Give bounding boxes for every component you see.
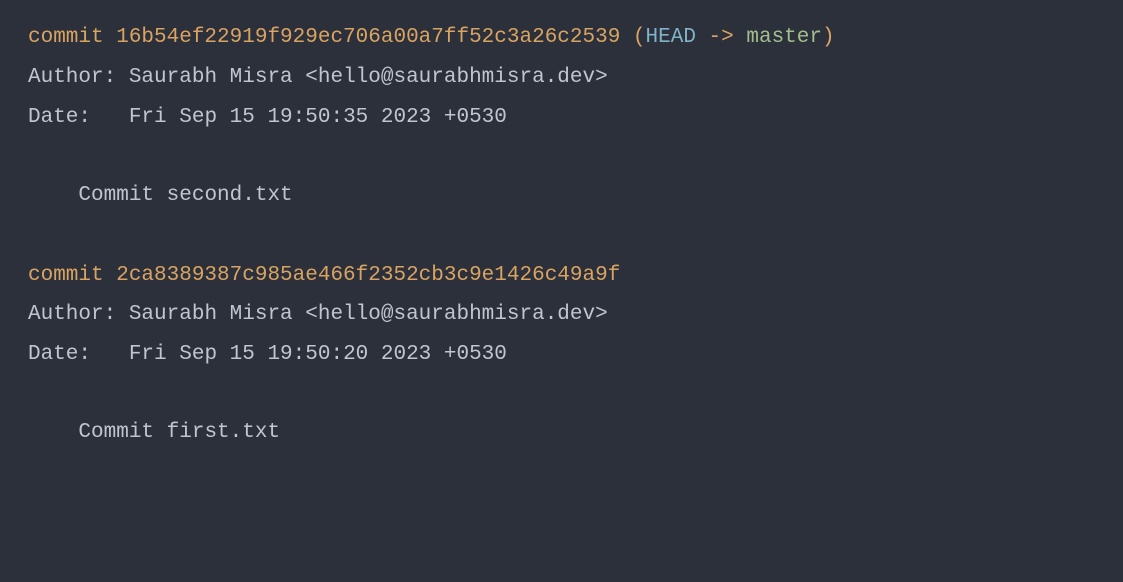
ref-close-paren: ): [822, 26, 835, 49]
commit-hash: 16b54ef22919f929ec706a00a7ff52c3a26c2539: [116, 26, 620, 49]
author-line: Author: Saurabh Misra <hello@saurabhmisr…: [28, 295, 1095, 335]
commit-message: Commit first.txt: [78, 421, 280, 444]
date-label: Date:: [28, 106, 129, 129]
message-indent: [28, 184, 78, 207]
author-label: Author:: [28, 303, 129, 326]
date-label: Date:: [28, 343, 129, 366]
branch-ref: master: [746, 26, 822, 49]
commit-message: Commit second.txt: [78, 184, 292, 207]
commit-hash-line: commit 16b54ef22919f929ec706a00a7ff52c3a…: [28, 18, 1095, 58]
commit-entry: commit 2ca8389387c985ae466f2352cb3c9e142…: [28, 256, 1095, 454]
date-value: Fri Sep 15 19:50:20 2023 +0530: [129, 343, 507, 366]
author-value: Saurabh Misra <hello@saurabhmisra.dev>: [129, 303, 608, 326]
commit-label: commit: [28, 264, 116, 287]
commit-hash: 2ca8389387c985ae466f2352cb3c9e1426c49a9f: [116, 264, 620, 287]
commit-hash-line: commit 2ca8389387c985ae466f2352cb3c9e142…: [28, 256, 1095, 296]
date-line: Date: Fri Sep 15 19:50:20 2023 +0530: [28, 335, 1095, 375]
commit-message-line: Commit second.txt: [28, 176, 1095, 216]
message-indent: [28, 421, 78, 444]
head-ref: HEAD: [646, 26, 696, 49]
date-value: Fri Sep 15 19:50:35 2023 +0530: [129, 106, 507, 129]
author-value: Saurabh Misra <hello@saurabhmisra.dev>: [129, 66, 608, 89]
author-line: Author: Saurabh Misra <hello@saurabhmisr…: [28, 58, 1095, 98]
ref-open-paren: (: [620, 26, 645, 49]
commit-entry: commit 16b54ef22919f929ec706a00a7ff52c3a…: [28, 18, 1095, 216]
commit-message-line: Commit first.txt: [28, 413, 1095, 453]
author-label: Author:: [28, 66, 129, 89]
ref-arrow: ->: [696, 26, 746, 49]
commit-label: commit: [28, 26, 116, 49]
date-line: Date: Fri Sep 15 19:50:35 2023 +0530: [28, 98, 1095, 138]
